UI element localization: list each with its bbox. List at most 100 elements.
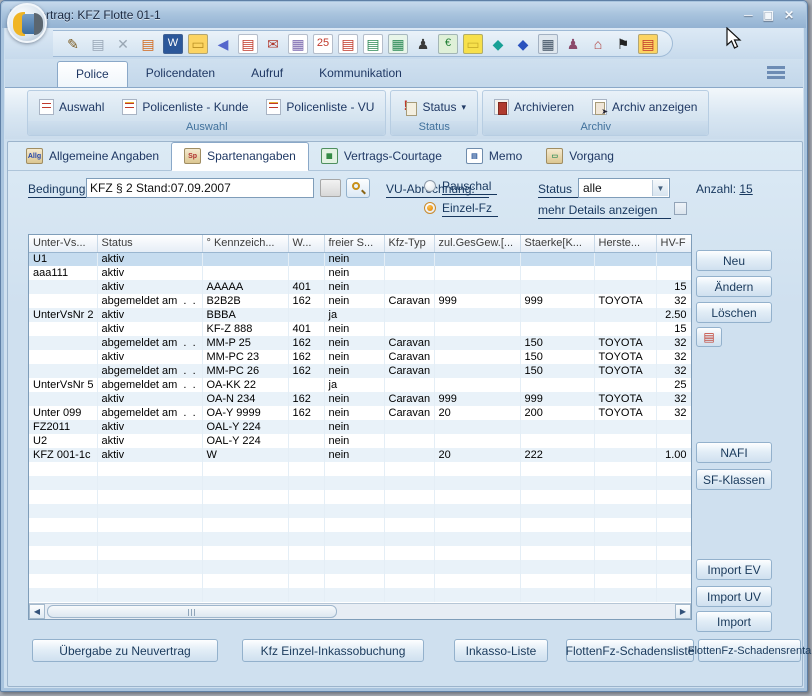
app-logo[interactable] (7, 3, 47, 43)
archivieren-button[interactable]: Archivieren (491, 97, 577, 117)
einzel-fz-radio[interactable] (424, 202, 436, 214)
calendar-25-icon[interactable]: 25 (313, 34, 333, 54)
save-delete-icon[interactable]: ✕ (113, 34, 133, 54)
col-hv-f[interactable]: HV-F (656, 235, 691, 252)
table-row[interactable] (29, 476, 691, 490)
table-row[interactable]: aktivKF-Z 888401nein15 (29, 322, 691, 336)
subtab-memo[interactable]: ▤ Memo (454, 143, 534, 170)
table-row[interactable]: aktivMM-PC 23162neinCaravan150TOYOTA32 (29, 350, 691, 364)
policenliste-kunde-button[interactable]: Policenliste - Kunde (119, 97, 251, 117)
table-row[interactable]: abgemeldet am . .MM-PC 26162neinCaravan1… (29, 364, 691, 378)
table-row[interactable] (29, 532, 691, 546)
policenliste-vu-button[interactable]: Policenliste - VU (263, 97, 377, 117)
table-row[interactable]: U2aktivOAL-Y 224nein (29, 434, 691, 448)
bedingung-input[interactable] (86, 178, 314, 198)
table-row[interactable] (29, 560, 691, 574)
auswahl-button[interactable]: Auswahl (36, 97, 107, 117)
org-list-icon[interactable]: ▤ (138, 34, 158, 54)
col-w[interactable]: W... (288, 235, 324, 252)
table-row[interactable] (29, 574, 691, 588)
col-status[interactable]: Status (97, 235, 202, 252)
row-list-button[interactable]: ▤ (696, 327, 722, 347)
nafi-button[interactable]: NAFI (696, 442, 772, 463)
inkasso-liste-button[interactable]: Inkasso-Liste (454, 639, 548, 662)
bedingung-more-button[interactable] (320, 179, 341, 197)
edit-pencil-icon[interactable]: ✎ (63, 34, 83, 54)
chart-people-icon[interactable]: ▦ (288, 34, 308, 54)
menu-icon[interactable] (767, 66, 785, 79)
table-row[interactable]: abgemeldet am . .B2B2B162neinCaravan9999… (29, 294, 691, 308)
uebergabe-neuvertrag-button[interactable]: Übergabe zu Neuvertrag (32, 639, 218, 662)
back-arrow-icon[interactable]: ◀ (213, 34, 233, 54)
subtab-allgemeine-angaben[interactable]: Allg Allgemeine Angaben (14, 143, 171, 170)
aendern-button[interactable]: Ändern (696, 276, 772, 297)
pauschal-radio[interactable] (424, 180, 436, 192)
table-row[interactable]: aktivAAAAA401nein15 (29, 280, 691, 294)
tab-aufruf[interactable]: Aufruf (233, 61, 301, 87)
person-icon[interactable]: ♟ (563, 34, 583, 54)
table-row[interactable]: aktivOA-N 234162neinCaravan999999TOYOTA3… (29, 392, 691, 406)
mehr-details-label[interactable]: mehr Details anzeigen (538, 203, 671, 219)
table-row[interactable]: Unter 099abgemeldet am . .OA-Y 9999162ne… (29, 406, 691, 420)
subtab-spartenangaben[interactable]: Sp Spartenangaben (171, 142, 309, 171)
table-row[interactable]: abgemeldet am . .MM-P 25162neinCaravan15… (29, 336, 691, 350)
loeschen-button[interactable]: Löschen (696, 302, 772, 323)
close-button[interactable]: ✕ (784, 8, 794, 22)
scroll-left-icon[interactable]: ◀ (29, 604, 45, 619)
col-staerke[interactable]: Staerke[K... (520, 235, 594, 252)
folder-icon[interactable]: ▭ (188, 34, 208, 54)
kfz-einzel-inkassobuchung-button[interactable]: Kfz Einzel-Inkassobuchung (242, 639, 424, 662)
folder-list-icon[interactable]: ▤ (638, 34, 658, 54)
table-row[interactable]: UnterVsNr 2aktivBBBAja2.50 (29, 308, 691, 322)
col-unter-vs[interactable]: Unter-Vs... (29, 235, 97, 252)
import-button[interactable]: Import (696, 611, 772, 632)
table-green-icon[interactable]: ▦ (388, 34, 408, 54)
col-kfz-typ[interactable]: Kfz-Typ (384, 235, 434, 252)
monitor-photo-icon[interactable]: ▦ (538, 34, 558, 54)
einzel-fz-label[interactable]: Einzel-Fz (442, 201, 498, 217)
col-hersteller[interactable]: Herste... (594, 235, 656, 252)
table-row[interactable] (29, 518, 691, 532)
neu-button[interactable]: Neu (696, 250, 772, 271)
table-row[interactable]: UnterVsNr 5abgemeldet am . .OA-KK 22ja25 (29, 378, 691, 392)
table-row[interactable] (29, 546, 691, 560)
note-yellow-icon[interactable]: ▭ (463, 34, 483, 54)
col-freier-s[interactable]: freier S... (324, 235, 384, 252)
word-document-icon[interactable]: W (163, 34, 183, 54)
table-row[interactable] (29, 588, 691, 602)
table-row[interactable] (29, 490, 691, 504)
col-kennzeichen[interactable]: ° Kennzeich... (202, 235, 288, 252)
diamond-plus-icon[interactable]: ◆ (488, 34, 508, 54)
minimize-button[interactable]: ─ (744, 8, 753, 22)
anzahl-value[interactable]: 15 (739, 182, 752, 196)
notes-board-icon[interactable]: ▤ (363, 34, 383, 54)
tab-police[interactable]: Police (57, 61, 128, 87)
subtab-vorgang[interactable]: ▭ Vorgang (534, 143, 626, 170)
tab-kommunikation[interactable]: Kommunikation (301, 61, 420, 87)
col-zul-gesgew[interactable]: zul.GesGew.[... (434, 235, 520, 252)
scrollbar-thumb[interactable] (47, 605, 337, 618)
status-button[interactable]: Status ▾ (399, 97, 469, 117)
scroll-right-icon[interactable]: ▶ (675, 604, 691, 619)
tab-policendaten[interactable]: Policendaten (128, 61, 233, 87)
table-row[interactable] (29, 462, 691, 476)
list-red-bullet-icon[interactable]: ▤ (238, 34, 258, 54)
archiv-anzeigen-button[interactable]: Archiv anzeigen (589, 97, 700, 117)
finish-flag-icon[interactable]: ⚑ (613, 34, 633, 54)
pauschal-label[interactable]: Pauschal (442, 179, 497, 195)
table-row[interactable]: KFZ 001-1caktivWnein202221.00 (29, 448, 691, 462)
table-row[interactable] (29, 504, 691, 518)
table-row[interactable]: aaa111aktivnein (29, 266, 691, 280)
maximize-button[interactable]: ▣ (763, 8, 774, 22)
table-row[interactable]: U1aktivnein (29, 252, 691, 266)
bedingung-search-button[interactable] (346, 178, 370, 198)
subtab-vertrags-courtage[interactable]: ▦ Vertrags-Courtage (309, 143, 454, 170)
status-dropdown[interactable]: alle ▼ (578, 178, 670, 198)
save-icon[interactable]: ▤ (88, 34, 108, 54)
table-row[interactable]: FZ2011aktivOAL-Y 224nein (29, 420, 691, 434)
task-list-icon[interactable]: ▤ (338, 34, 358, 54)
flottenfz-schadensrenta-button[interactable]: FlottenFz-Schadensrenta (698, 639, 801, 662)
home-icon[interactable]: ⌂ (588, 34, 608, 54)
import-ev-button[interactable]: Import EV (696, 559, 772, 580)
banknote-icon[interactable]: € (438, 34, 458, 54)
